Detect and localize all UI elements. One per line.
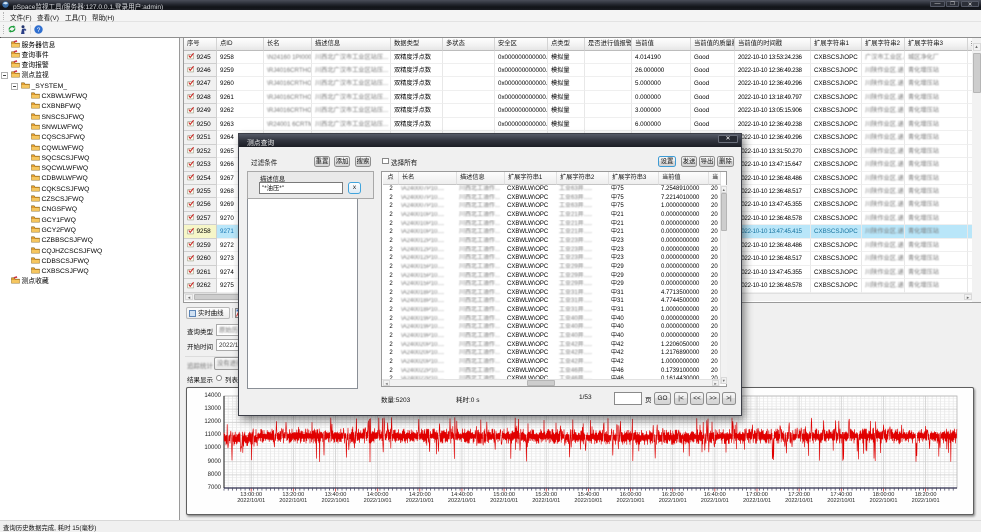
svg-text:?: ? [37,26,41,33]
